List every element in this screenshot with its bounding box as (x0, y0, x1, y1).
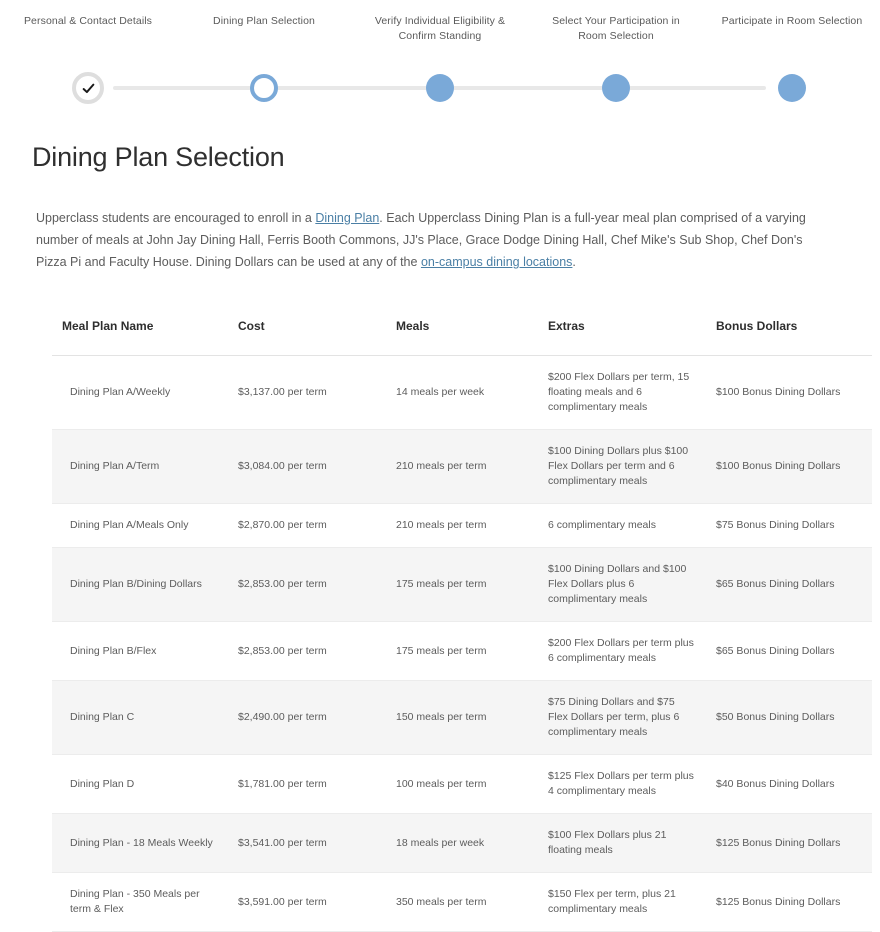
table-row[interactable]: Dining Plan C $2,490.00 per term 150 meals… (52, 680, 872, 755)
column-header-1: Meal Plan Name (52, 305, 228, 356)
cell-bonus: $100 Bonus Dining Dollars (706, 355, 872, 430)
stepper-dot-cell-1 (0, 72, 176, 104)
cell-extras: $200 Flex Dollars per term plus 6 compli… (538, 621, 706, 681)
main-content: Dining Plan Selection Upperclass student… (0, 142, 880, 932)
page-title: Dining Plan Selection (32, 142, 285, 172)
stepper-dot-cell-4 (528, 74, 704, 102)
meal-plans-table-container: Meal Plan Name Cost Meals Extras Bonus Dolla… (52, 305, 872, 932)
cell-meals: 350 meals per term (386, 872, 538, 932)
cell-extras: $100 Dining Dollars and $100 Flex Dollar… (538, 547, 706, 622)
stepper-track (0, 56, 880, 120)
stepper-label-5: Participate in Room Selection (721, 15, 863, 27)
cell-extras: $75 Dining Dollars and $75 Flex Dollars … (538, 680, 706, 755)
cell-bonus: $75 Bonus Dining Dollars (706, 503, 872, 548)
cell-bonus: $100 Bonus Dining Dollars (706, 429, 872, 504)
table-row[interactable]: Dining Plan - 350 Meals per term & Flex $… (52, 872, 872, 932)
cell-meals: 18 meals per week (386, 813, 538, 873)
cell-name: Dining Plan - 18 Meals Weekly (52, 813, 228, 873)
column-header-2: Cost (228, 305, 386, 356)
cell-cost: $3,591.00 per term (228, 872, 386, 932)
cell-bonus: $125 Bonus Dining Dollars (706, 813, 872, 873)
cell-cost: $2,853.00 per term (228, 621, 386, 681)
table-row[interactable]: Dining Plan D $1,781.00 per term 100 meals… (52, 754, 872, 814)
cell-extras: $200 Flex Dollars per term, 15 floating … (538, 355, 706, 430)
dining-plan-link[interactable]: Dining Plan (315, 211, 379, 225)
cell-name: Dining Plan B/Dining Dollars (52, 547, 228, 622)
cell-meals: 210 meals per term (386, 503, 538, 548)
cell-name: Dining Plan B/Flex (52, 621, 228, 681)
cell-bonus: $65 Bonus Dining Dollars (706, 621, 872, 681)
stepper-label-1: Personal & Contact Details (23, 15, 153, 27)
cell-bonus: $65 Bonus Dining Dollars (706, 547, 872, 622)
stepper-dot-cell-2 (176, 74, 352, 102)
cell-cost: $3,084.00 per term (228, 429, 386, 504)
table-header-row: Meal Plan Name Cost Meals Extras Bonus Dolla… (52, 305, 872, 356)
cell-bonus: $125 Bonus Dining Dollars (706, 872, 872, 932)
column-header-3: Meals (386, 305, 538, 356)
table-row[interactable]: Dining Plan - 18 Meals Weekly $3,541.00 p… (52, 813, 872, 873)
stepper-dot-5-upcoming[interactable] (778, 74, 806, 102)
stepper-dot-4-upcoming[interactable] (602, 74, 630, 102)
cell-bonus: $40 Bonus Dining Dollars (706, 754, 872, 814)
cell-meals: 175 meals per term (386, 547, 538, 622)
stepper-dot-1-done[interactable] (72, 72, 104, 104)
stepper-label-2: Dining Plan Selection (213, 15, 315, 27)
cell-extras: 6 complimentary meals (538, 503, 706, 548)
cell-bonus: $50 Bonus Dining Dollars (706, 680, 872, 755)
cell-meals: 175 meals per term (386, 621, 538, 681)
checkmark-icon (82, 83, 94, 93)
stepper-label-3: Verify Individual Eligibility & Confirm … (374, 15, 506, 42)
cell-extras: $125 Flex Dollars per term plus 4 compli… (538, 754, 706, 814)
table-row[interactable]: Dining Plan B/Dining Dollars $2,853.00 pe… (52, 547, 872, 622)
cell-cost: $3,137.00 per term (228, 355, 386, 430)
cell-cost: $1,781.00 per term (228, 754, 386, 814)
cell-extras: $100 Flex Dollars plus 21 floating meals (538, 813, 706, 873)
table-body: Dining Plan A/Weekly $3,137.00 per term 14… (52, 355, 872, 932)
cell-meals: 14 meals per week (386, 355, 538, 430)
on-campus-dining-locations-link[interactable]: on-campus dining locations (421, 255, 572, 269)
intro-text-part-3: . (572, 255, 576, 269)
table-row[interactable]: Dining Plan A/Weekly $3,137.00 per term 14… (52, 355, 872, 430)
cell-name: Dining Plan A/Weekly (52, 355, 228, 430)
cell-meals: 100 meals per term (386, 754, 538, 814)
table-row[interactable]: Dining Plan A/Term $3,084.00 per term 210 … (52, 429, 872, 504)
cell-name: Dining Plan D (52, 754, 228, 814)
column-header-5: Bonus Dollars (706, 305, 872, 356)
cell-meals: 150 meals per term (386, 680, 538, 755)
cell-name: Dining Plan A/Meals Only (52, 503, 228, 548)
cell-cost: $3,541.00 per term (228, 813, 386, 873)
meal-plans-table: Meal Plan Name Cost Meals Extras Bonus Dolla… (52, 305, 872, 932)
cell-cost: $2,853.00 per term (228, 547, 386, 622)
stepper-dot-2-current[interactable] (250, 74, 278, 102)
stepper-dot-cell-5 (704, 74, 880, 102)
stepper-dot-row (0, 56, 880, 120)
stepper-label-4: Select Your Participation in Room Select… (552, 15, 680, 42)
stepper-label-row: Personal & Contact Details Dining Plan Se… (0, 14, 880, 44)
table-row[interactable]: Dining Plan A/Meals Only $2,870.00 per te… (52, 503, 872, 548)
cell-name: Dining Plan A/Term (52, 429, 228, 504)
cell-cost: $2,490.00 per term (228, 680, 386, 755)
cell-name: Dining Plan C (52, 680, 228, 755)
stepper-dot-cell-3 (352, 74, 528, 102)
stepper-dot-3-upcoming[interactable] (426, 74, 454, 102)
cell-extras: $150 Flex per term, plus 21 complimentar… (538, 872, 706, 932)
cell-meals: 210 meals per term (386, 429, 538, 504)
intro-paragraph: Upperclass students are encouraged to en… (36, 207, 826, 273)
table-row[interactable]: Dining Plan B/Flex $2,853.00 per term 175 … (52, 621, 872, 681)
progress-stepper: Personal & Contact Details Dining Plan Se… (0, 0, 880, 120)
table-header: Meal Plan Name Cost Meals Extras Bonus Dolla… (52, 305, 872, 356)
cell-cost: $2,870.00 per term (228, 503, 386, 548)
column-header-4: Extras (538, 305, 706, 356)
cell-name: Dining Plan - 350 Meals per term & Flex (52, 872, 228, 932)
cell-extras: $100 Dining Dollars plus $100 Flex Dolla… (538, 429, 706, 504)
intro-text-part-1: Upperclass students are encouraged to en… (36, 211, 316, 225)
